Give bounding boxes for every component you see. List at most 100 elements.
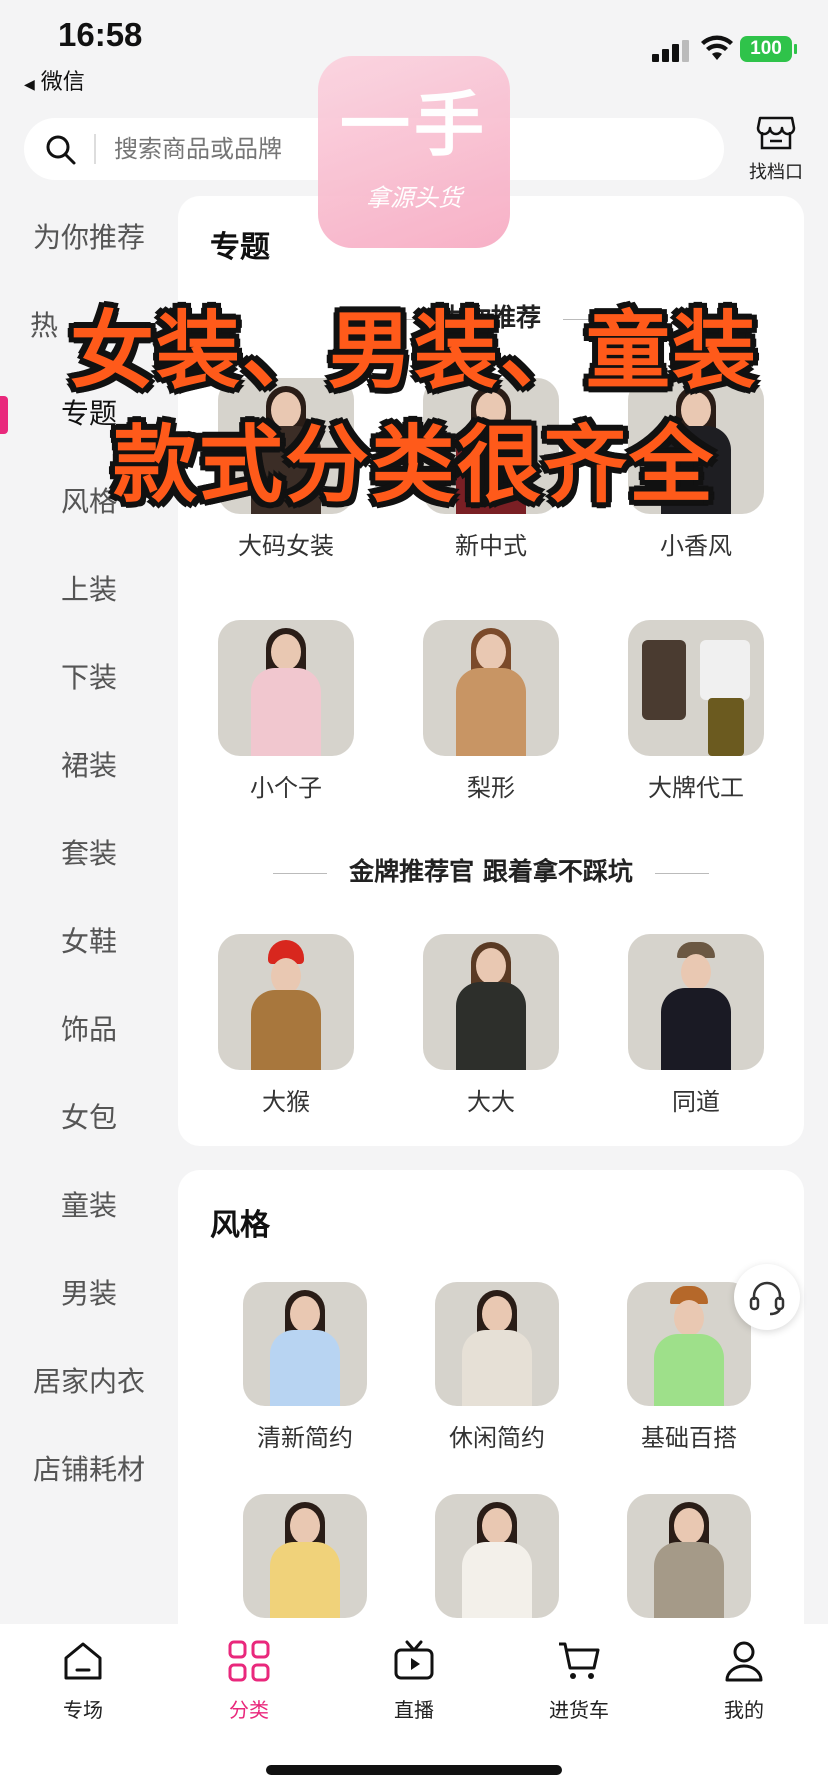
storefront-icon	[756, 116, 796, 150]
model-face	[476, 392, 506, 428]
search-divider	[94, 134, 96, 164]
topic-tile-new-chinese[interactable]: 新中式	[401, 378, 581, 561]
sidebar-item-tops[interactable]: 上装	[0, 560, 178, 620]
model-outfit	[251, 426, 321, 514]
tab-label: 我的	[724, 1698, 764, 1722]
model-face	[271, 392, 301, 428]
battery-icon: 100	[740, 36, 797, 62]
sidebar-item-dresses[interactable]: 裙装	[0, 736, 178, 796]
topic-tile-petite[interactable]: 小个子	[196, 620, 376, 803]
tab-label: 直播	[394, 1698, 434, 1722]
sidebar-item-kids[interactable]: 童装	[0, 1176, 178, 1236]
recommended-subheader: 为你推荐	[178, 298, 804, 334]
model-outfit	[654, 1334, 724, 1406]
divider-line	[273, 872, 328, 874]
style-name: 基础百搭	[641, 1424, 737, 1452]
sidebar-item-topics[interactable]: 专题	[0, 384, 178, 444]
topic-tile-pear-shape[interactable]: 梨形	[401, 620, 581, 803]
shirt-image	[700, 640, 750, 700]
sidebar-item-store-supplies[interactable]: 店铺耗材	[0, 1440, 178, 1500]
topic-name: 大码女装	[238, 532, 334, 560]
style-tile[interactable]	[407, 1494, 587, 1618]
model-outfit	[661, 426, 731, 514]
model-outfit	[456, 668, 526, 756]
recommender-tile-tongdao[interactable]: 同道	[606, 934, 786, 1117]
tab-cart[interactable]: 进货车	[519, 1638, 639, 1723]
topic-name: 梨形	[467, 774, 515, 802]
topic-thumbnail	[628, 620, 764, 756]
profile-icon	[725, 1641, 763, 1682]
recommender-avatar	[423, 934, 559, 1070]
topic-tile-brand-oem[interactable]: 大牌代工	[606, 620, 786, 803]
topic-name: 小香风	[660, 532, 732, 560]
tab-label: 专场	[63, 1698, 103, 1722]
topic-name: 小个子	[250, 774, 322, 802]
recommender-name: 同道	[672, 1088, 720, 1116]
brand-logo: 一手 拿源头货	[318, 56, 510, 248]
divider-line	[364, 318, 419, 320]
recommender-tile-dada[interactable]: 大大	[401, 934, 581, 1117]
status-time: 16:58	[58, 16, 143, 53]
find-stall-label: 找档口	[749, 162, 803, 183]
style-thumbnail	[627, 1494, 751, 1618]
topic-tile-chanel-style[interactable]: 小香风	[606, 378, 786, 561]
sidebar-item-bags[interactable]: 女包	[0, 1088, 178, 1148]
style-title: 风格	[210, 1208, 270, 1243]
model-outfit	[270, 1542, 340, 1618]
model-outfit	[270, 1330, 340, 1406]
model-face	[674, 1508, 704, 1544]
sidebar-item-hot[interactable]: 热	[0, 296, 178, 356]
model-face	[482, 1508, 512, 1544]
style-name: 清新简约	[257, 1424, 353, 1452]
wifi-icon	[701, 35, 733, 60]
sidebar-item-womens-shoes[interactable]: 女鞋	[0, 912, 178, 972]
sidebar-item-sets[interactable]: 套装	[0, 824, 178, 884]
style-thumbnail	[243, 1282, 367, 1406]
model-outfit	[251, 668, 321, 756]
find-stall-button[interactable]: 找档口	[744, 114, 808, 183]
style-tile-casual-simple[interactable]: 休闲简约	[407, 1282, 587, 1453]
logo-slogan: 拿源头货	[366, 184, 462, 212]
search-icon	[46, 135, 76, 165]
jacket-image	[642, 640, 686, 720]
tab-live[interactable]: 直播	[354, 1638, 474, 1723]
divider-line	[654, 872, 709, 874]
tab-profile[interactable]: 我的	[684, 1638, 804, 1723]
tab-label: 分类	[229, 1698, 269, 1722]
sidebar-item-recommended[interactable]: 为你推荐	[0, 208, 178, 268]
style-name: 休闲简约	[449, 1424, 545, 1452]
sidebar-item-accessories[interactable]: 饰品	[0, 1000, 178, 1060]
tab-home[interactable]: 专场	[23, 1638, 143, 1723]
topic-thumbnail	[423, 620, 559, 756]
customer-service-button[interactable]	[734, 1264, 800, 1330]
sidebar-item-mens[interactable]: 男装	[0, 1264, 178, 1324]
sidebar-item-homewear[interactable]: 居家内衣	[0, 1352, 178, 1412]
topic-tile-plus-size[interactable]: 大码女装	[196, 378, 376, 561]
tab-category[interactable]: 分类	[189, 1638, 309, 1723]
style-thumbnail	[435, 1282, 559, 1406]
model-face	[476, 948, 506, 984]
topic-thumbnail	[423, 378, 559, 514]
sidebar-item-style[interactable]: 风格	[0, 472, 178, 532]
topic-name: 大牌代工	[648, 774, 744, 802]
cellular-signal-icon	[652, 40, 690, 62]
model-outfit	[456, 426, 526, 514]
style-tile[interactable]	[599, 1494, 779, 1618]
style-tile[interactable]	[215, 1494, 395, 1618]
home-indicator[interactable]	[266, 1765, 562, 1775]
model-face	[290, 1508, 320, 1544]
logo-main-text: 一手	[340, 84, 488, 166]
recommender-tile-dahou[interactable]: 大猴	[196, 934, 376, 1117]
recommender-name: 大猴	[262, 1088, 310, 1116]
recommender-avatar	[218, 934, 354, 1070]
divider-line	[563, 318, 617, 320]
recommended-subheader-text: 为你推荐	[440, 303, 541, 332]
live-tv-icon	[394, 1640, 434, 1680]
topic-thumbnail	[628, 378, 764, 514]
sidebar-item-bottoms[interactable]: 下装	[0, 648, 178, 708]
model-face	[674, 1300, 704, 1336]
style-thumbnail	[435, 1494, 559, 1618]
back-to-wechat-link[interactable]: ◀ 微信	[24, 64, 85, 96]
style-thumbnail	[627, 1282, 751, 1406]
style-tile-fresh-simple[interactable]: 清新简约	[215, 1282, 395, 1453]
